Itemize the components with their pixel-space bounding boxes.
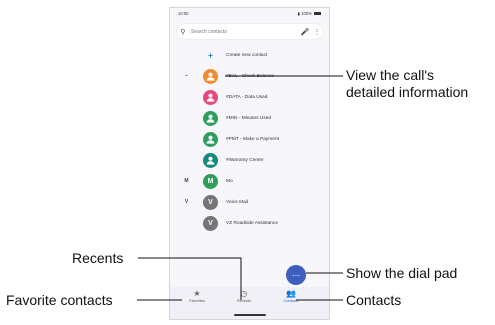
callout-favorites: Favorite contacts xyxy=(6,292,113,308)
callout-recents: Recents xyxy=(72,250,124,266)
recents-callout-line xyxy=(138,257,242,300)
callout-dialpad: Show the dial pad xyxy=(346,265,458,281)
callout-detail: View the call's detailed information xyxy=(346,67,469,100)
callout-contacts: Contacts xyxy=(346,292,402,308)
